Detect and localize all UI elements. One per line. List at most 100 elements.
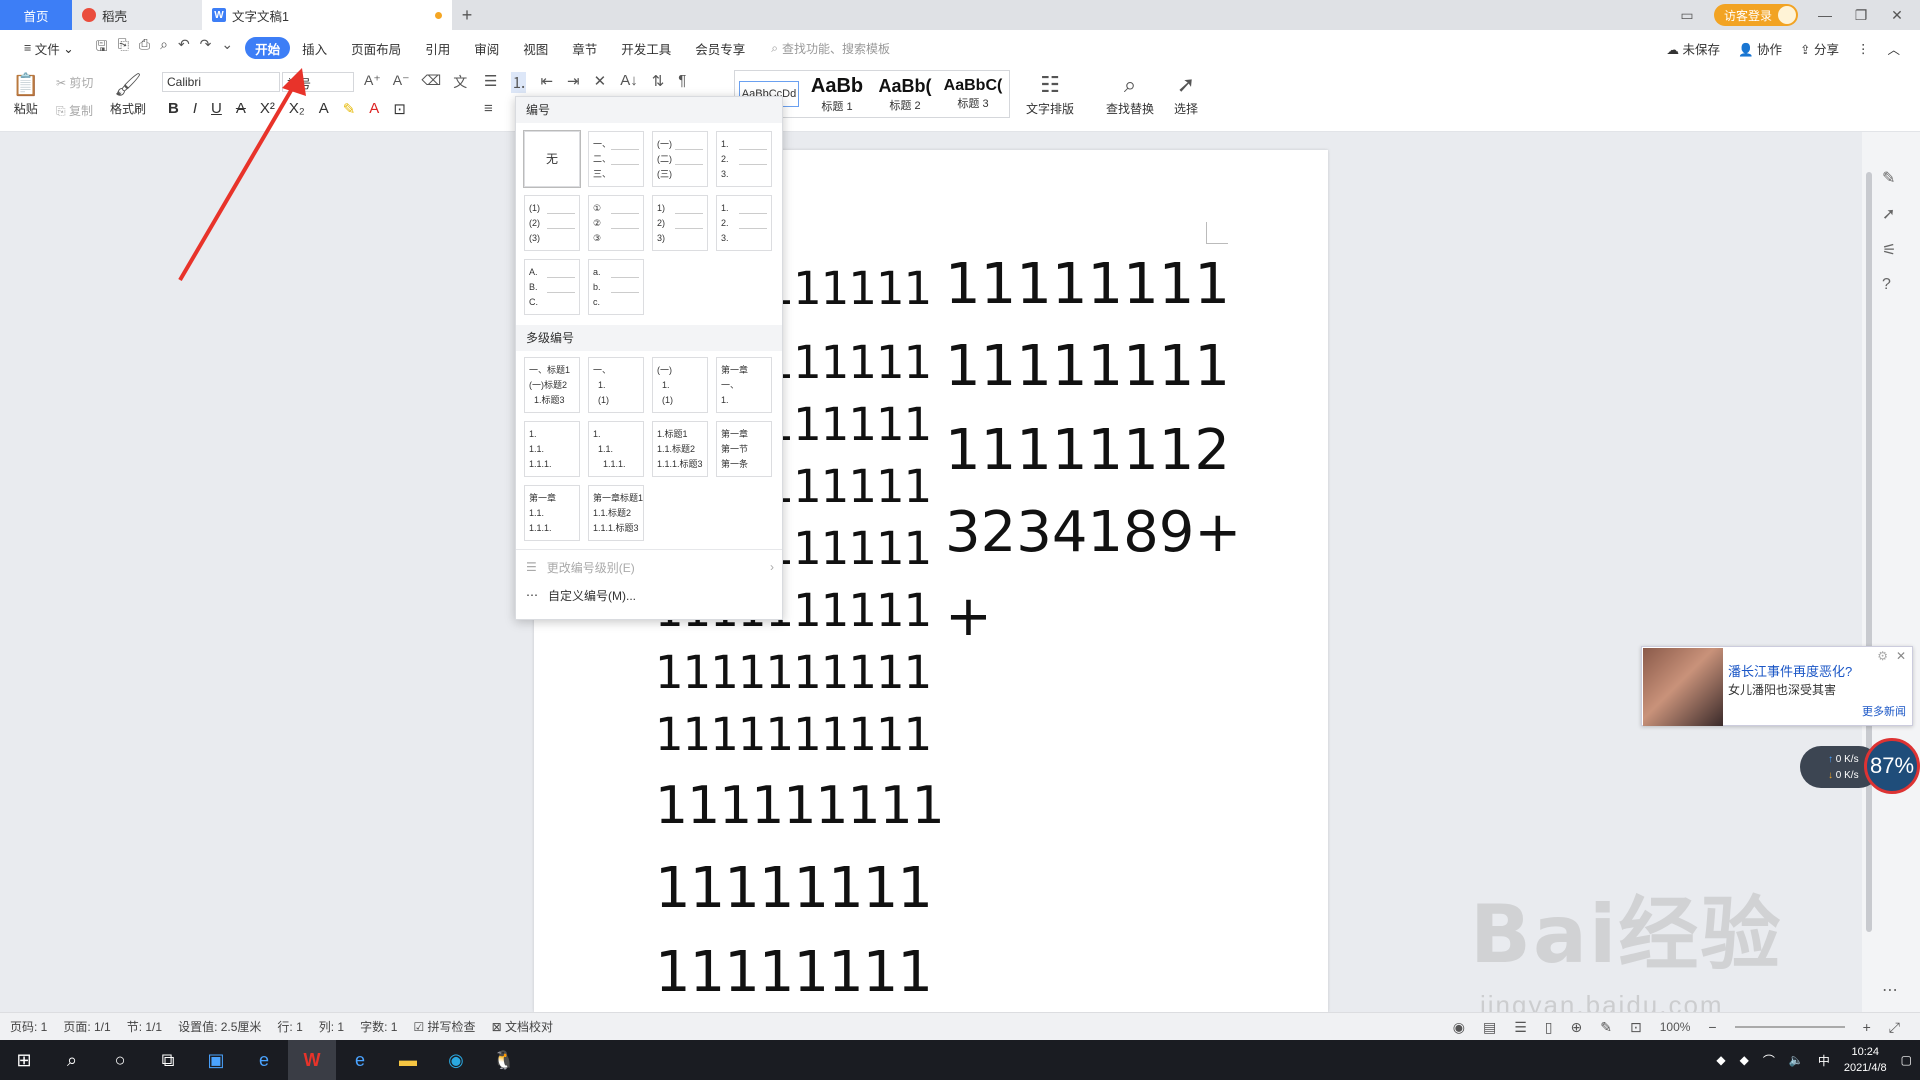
ie2-icon[interactable]: e bbox=[336, 1040, 384, 1080]
vertical-scrollbar[interactable] bbox=[1864, 152, 1874, 982]
print-preview-icon[interactable]: ⌕ bbox=[160, 36, 168, 60]
file-explorer-icon[interactable]: ▬ bbox=[384, 1040, 432, 1080]
collapse-ribbon-icon[interactable]: ︿ bbox=[1887, 39, 1900, 58]
format-painter-button[interactable]: 🖌 格式刷 bbox=[110, 70, 146, 117]
clear-format-icon[interactable]: ⌫ bbox=[421, 72, 441, 92]
increase-indent-icon[interactable]: ⇥ bbox=[567, 72, 580, 93]
tray-app-icon[interactable]: ◆ bbox=[1740, 1053, 1749, 1067]
close-icon[interactable]: ✕ bbox=[1888, 7, 1906, 24]
select-button[interactable]: ➚ 选择 bbox=[1174, 70, 1198, 117]
multilevel-option[interactable]: 第一章 1.1. 1.1.1. bbox=[524, 485, 580, 541]
custom-numbering-menu-item[interactable]: ⋯ 自定义编号(M)... bbox=[516, 581, 782, 609]
network-speed-widget[interactable]: ↑ 0 K/s ↓ 0 K/s 87% bbox=[1800, 738, 1920, 794]
pen-icon[interactable]: ✎ bbox=[1882, 168, 1895, 188]
file-menu[interactable]: ≡ 文件 ⌄ bbox=[12, 37, 86, 59]
undo-icon[interactable]: ↶ bbox=[178, 36, 190, 60]
close-icon[interactable]: ✕ bbox=[1896, 649, 1906, 663]
style-heading3[interactable]: AaBbC(标题 3 bbox=[939, 71, 1007, 117]
numbering-option[interactable]: (1) (2) (3) bbox=[524, 195, 580, 251]
guest-login-button[interactable]: 访客登录 bbox=[1713, 4, 1798, 26]
sort-icon[interactable]: ⇅ bbox=[652, 72, 665, 93]
zoom-in-icon[interactable]: + bbox=[1863, 1019, 1871, 1035]
find-replace-button[interactable]: ⌕ 查找替换 bbox=[1106, 70, 1154, 117]
restore-icon[interactable]: ❐ bbox=[1852, 7, 1870, 24]
numbering-option[interactable]: 1. 2. 3. bbox=[716, 131, 772, 187]
tab-view[interactable]: 视图 bbox=[511, 37, 560, 59]
page-view-icon[interactable]: ▤ bbox=[1483, 1019, 1496, 1036]
zoom-fit-icon[interactable]: ⊡ bbox=[1630, 1019, 1642, 1036]
search-icon[interactable]: ⌕ bbox=[48, 1040, 96, 1080]
zoom-out-icon[interactable]: − bbox=[1708, 1019, 1716, 1035]
share-button[interactable]: ⇪ 分享 bbox=[1800, 39, 1839, 58]
notification-icon[interactable]: ▢ bbox=[1901, 1053, 1912, 1067]
align-left-icon[interactable]: ≡ bbox=[484, 100, 493, 117]
tab-insert[interactable]: 插入 bbox=[290, 37, 339, 59]
more-icon[interactable]: ⋯ bbox=[1882, 980, 1898, 1000]
qq-icon[interactable]: 🐧 bbox=[480, 1040, 528, 1080]
tab-start[interactable]: 开始 bbox=[245, 37, 291, 59]
chinese-layout-icon[interactable]: ✕ bbox=[594, 72, 607, 93]
status-row[interactable]: 行: 1 bbox=[277, 1018, 302, 1035]
web-view-icon[interactable]: ⊕ bbox=[1571, 1019, 1583, 1036]
numbered-list-icon[interactable]: ⒈ bbox=[511, 72, 527, 93]
redo-icon[interactable]: ↷ bbox=[200, 36, 212, 60]
collab-button[interactable]: 👤 协作 bbox=[1738, 39, 1782, 58]
tab-document[interactable]: W 文字文稿1 bbox=[202, 0, 452, 30]
ie-icon[interactable]: e bbox=[240, 1040, 288, 1080]
multilevel-option[interactable]: 一、标题1 (一)标题2 1.标题3 bbox=[524, 357, 580, 413]
sliders-icon[interactable]: ⚟ bbox=[1882, 240, 1896, 260]
fullscreen-icon[interactable]: ⤢ bbox=[1889, 1019, 1900, 1036]
bullet-list-icon[interactable]: ☰ bbox=[484, 72, 497, 93]
status-section[interactable]: 节: 1/1 bbox=[127, 1018, 162, 1035]
read-view-icon[interactable]: ▯ bbox=[1545, 1019, 1553, 1036]
char-border-icon[interactable]: ⊡ bbox=[393, 100, 406, 118]
tab-member[interactable]: 会员专享 bbox=[683, 37, 757, 59]
multilevel-option[interactable]: 1. 1.1. 1.1.1. bbox=[588, 421, 644, 477]
multilevel-option[interactable]: 第一章 第一节 第一条 bbox=[716, 421, 772, 477]
network-icon[interactable]: ⌒ bbox=[1763, 1052, 1775, 1069]
help-icon[interactable]: ? bbox=[1882, 276, 1891, 294]
multilevel-option[interactable]: 第一章标题1 1.1.标题2 1.1.1.标题3 bbox=[588, 485, 644, 541]
tab-review[interactable]: 审阅 bbox=[462, 37, 511, 59]
eye-protect-icon[interactable]: ◉ bbox=[1453, 1019, 1465, 1036]
more-news-link[interactable]: 更多新闻 bbox=[1862, 703, 1906, 719]
numbering-option[interactable]: (一) (二) (三) bbox=[652, 131, 708, 187]
spell-check-toggle[interactable]: ☑ 拼写检查 bbox=[413, 1018, 475, 1035]
news-popup[interactable]: 潘长江事件再度恶化? 女儿潘阳也深受其害 更多新闻 ✕ ⚙ bbox=[1641, 646, 1913, 726]
grow-font-icon[interactable]: A⁺ bbox=[364, 72, 381, 92]
tab-daoke[interactable]: 稻壳 bbox=[72, 0, 202, 30]
tab-page-layout[interactable]: 页面布局 bbox=[339, 37, 413, 59]
doc-proof-toggle[interactable]: ⊠ 文档校对 bbox=[492, 1018, 553, 1035]
change-level-menu-item[interactable]: ☰ 更改编号级别(E) › bbox=[516, 553, 782, 581]
multilevel-option[interactable]: 1.标题1 1.1.标题2 1.1.1.标题3 bbox=[652, 421, 708, 477]
write-view-icon[interactable]: ✎ bbox=[1600, 1019, 1612, 1036]
clock[interactable]: 10:24 2021/4/8 bbox=[1844, 1044, 1887, 1076]
layout-icon[interactable]: ▭ bbox=[1678, 7, 1696, 24]
outline-view-icon[interactable]: ☰ bbox=[1514, 1019, 1527, 1036]
show-marks-icon[interactable]: ¶ bbox=[678, 72, 686, 93]
start-button[interactable]: ⊞ bbox=[0, 1040, 48, 1080]
ime-indicator[interactable]: 中 bbox=[1818, 1052, 1830, 1069]
minimize-icon[interactable]: — bbox=[1816, 7, 1834, 23]
cortana-icon[interactable]: ○ bbox=[96, 1040, 144, 1080]
zoom-slider[interactable] bbox=[1734, 1026, 1845, 1028]
tab-references[interactable]: 引用 bbox=[413, 37, 462, 59]
highlight-icon[interactable]: ✎ bbox=[343, 100, 356, 118]
numbering-option[interactable]: 一、 二、 三、 bbox=[588, 131, 644, 187]
volume-icon[interactable]: 🔈 bbox=[1789, 1053, 1804, 1067]
style-heading1[interactable]: AaBb 标题 1 bbox=[803, 71, 871, 117]
news-title[interactable]: 潘长江事件再度恶化? bbox=[1728, 661, 1852, 680]
text-effect-icon[interactable]: A bbox=[319, 100, 329, 118]
style-heading2[interactable]: AaBb(标题 2 bbox=[871, 71, 939, 117]
text-layout-button[interactable]: ☷ 文字排版 bbox=[1026, 70, 1074, 117]
customize-chevron-icon[interactable]: ⌄ bbox=[221, 36, 233, 60]
settings-gear-icon[interactable]: ⚙ bbox=[1877, 649, 1888, 663]
multilevel-option[interactable]: (一) 1. (1) bbox=[652, 357, 708, 413]
copy-button[interactable]: ⎘ 复制 bbox=[56, 102, 93, 119]
status-setting[interactable]: 设置值: 2.5厘米 bbox=[178, 1018, 261, 1035]
more-icon[interactable]: ⋮ bbox=[1857, 41, 1870, 56]
font-color-icon[interactable]: A bbox=[369, 100, 379, 118]
numbering-option[interactable]: a. b. c. bbox=[588, 259, 644, 315]
text-direction-icon[interactable]: A↓ bbox=[620, 72, 638, 93]
output-pdf-icon[interactable]: ⎘ bbox=[118, 36, 129, 60]
